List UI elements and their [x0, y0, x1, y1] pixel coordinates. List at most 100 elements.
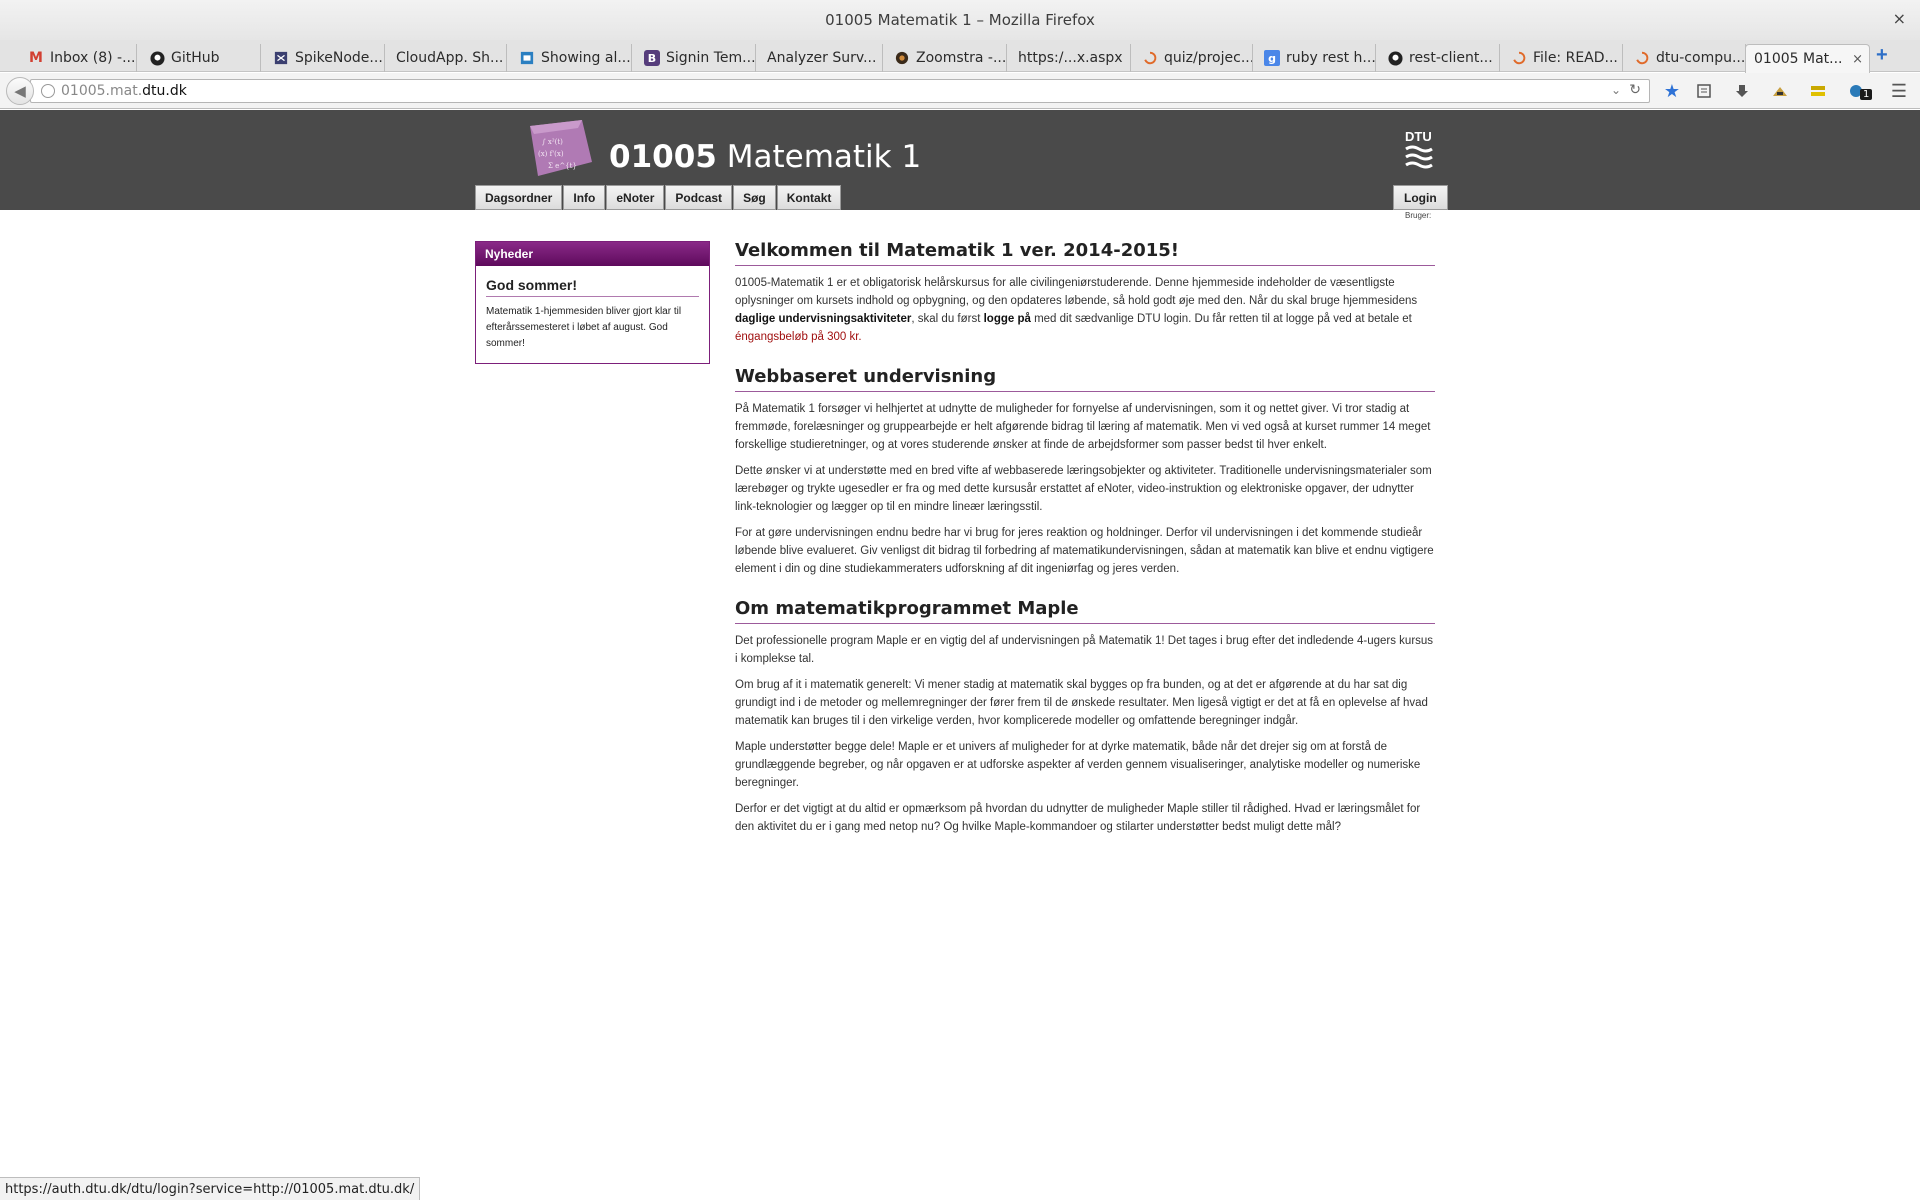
- web-teaching-heading: Webbaseret undervisning: [735, 366, 1435, 392]
- tab-label: CloudApp. Sh...: [396, 50, 504, 66]
- status-bar-url: https://auth.dtu.dk/dtu/login?service=ht…: [0, 1177, 421, 1200]
- tab-label: Inbox (8) -...: [50, 50, 136, 66]
- welcome-heading: Velkommen til Matematik 1 ver. 2014-2015…: [735, 240, 1435, 266]
- tab-label: https:/...x.aspx: [1018, 50, 1123, 66]
- tab-label: ruby rest h...: [1286, 50, 1376, 66]
- bookmark-star-icon[interactable]: ★: [1661, 80, 1683, 102]
- loading-icon: [1142, 50, 1158, 66]
- web-paragraph-3: For at gøre undervisningen endnu bedre h…: [735, 527, 1434, 575]
- tab-inbox[interactable]: M Inbox (8) -...: [20, 44, 137, 72]
- bookmarks-menu-icon[interactable]: [1693, 80, 1715, 102]
- zoomstra-icon: [894, 50, 910, 66]
- menu-podcast[interactable]: Podcast: [665, 185, 733, 210]
- tab-analyzer[interactable]: Analyzer Surv...: [759, 44, 883, 72]
- tab-label: Zoomstra -...: [916, 50, 1007, 66]
- tab-label: SpikeNode...: [295, 50, 383, 66]
- github-icon: [1387, 50, 1403, 66]
- news-text: Matematik 1-hjemmesiden bliver gjort kla…: [486, 306, 682, 349]
- notification-badge: 1: [1860, 89, 1873, 100]
- tab-cloudapp[interactable]: CloudApp. Sh...: [388, 44, 507, 72]
- dtu-logo: DTU: [1404, 127, 1434, 171]
- tab-github[interactable]: GitHub: [141, 44, 261, 72]
- tab-rest-client[interactable]: rest-client...: [1379, 44, 1500, 72]
- login-button[interactable]: Login: [1393, 185, 1448, 210]
- google-icon: g: [1264, 50, 1280, 66]
- welcome-section: Velkommen til Matematik 1 ver. 2014-2015…: [735, 240, 1435, 346]
- url-bar[interactable]: 01005.mat. dtu.dk ⌄ ↻: [30, 79, 1650, 103]
- user-label: Bruger:: [1405, 211, 1432, 220]
- welcome-text-b: , skal du først: [911, 313, 984, 325]
- menu-kontakt[interactable]: Kontakt: [776, 185, 842, 210]
- tab-label: Showing al...: [541, 50, 631, 66]
- url-subdomain: 01005.mat.: [61, 83, 143, 99]
- menu-info[interactable]: Info: [563, 185, 606, 210]
- loading-icon: [1634, 50, 1650, 66]
- url-domain: dtu.dk: [142, 83, 187, 99]
- maple-heading: Om matematikprogrammet Maple: [735, 598, 1435, 624]
- dtu-logo-text: DTU: [1405, 129, 1432, 144]
- login-text: logge på: [983, 313, 1031, 325]
- maple-paragraph-3: Maple understøtter begge dele! Maple er …: [735, 741, 1421, 789]
- news-panel: Nyheder God sommer! Matematik 1-hjemmesi…: [475, 241, 710, 364]
- tab-ruby-rest[interactable]: g ruby rest h...: [1256, 44, 1376, 72]
- tab-zoomstra[interactable]: Zoomstra -...: [886, 44, 1007, 72]
- github-icon: [149, 50, 165, 66]
- tab-signin[interactable]: B Signin Tem...: [636, 44, 756, 72]
- window-titlebar: 01005 Matematik 1 – Mozilla Firefox ×: [0, 0, 1920, 40]
- daily-activities-text: daglige undervisningsaktiviteter: [735, 313, 912, 325]
- tab-label: quiz/projec...: [1164, 50, 1253, 66]
- dashboard-icon: [519, 50, 535, 66]
- download-icon[interactable]: [1731, 80, 1753, 102]
- tab-quiz[interactable]: quiz/projec...: [1134, 44, 1253, 72]
- navigation-bar: 01005.mat. dtu.dk ⌄ ↻ ◀: [0, 73, 1920, 109]
- gmail-icon: M: [29, 50, 43, 66]
- tab-spikenode[interactable]: SpikeNode...: [265, 44, 385, 72]
- reload-icon[interactable]: ↻: [1629, 82, 1641, 98]
- history-dropdown-icon[interactable]: ⌄: [1611, 83, 1621, 97]
- menu-search[interactable]: Søg: [733, 185, 776, 210]
- menu-dagsordner[interactable]: Dagsordner: [475, 185, 563, 210]
- bootstrap-icon: B: [644, 50, 660, 66]
- maple-paragraph-2: Om brug af it i matematik generelt: Vi m…: [735, 679, 1428, 727]
- main-content: Velkommen til Matematik 1 ver. 2014-2015…: [735, 240, 1435, 856]
- site-title: 01005 Matematik 1: [609, 139, 921, 175]
- welcome-text-a: 01005-Matematik 1 er et obligatorisk hel…: [735, 277, 1418, 307]
- course-logo: ∫ x²(t) (x) f'(x) Σ e^{t}: [526, 118, 596, 178]
- tab-label: Signin Tem...: [666, 50, 756, 66]
- tab-label: 01005 Mat...: [1754, 51, 1843, 67]
- loading-icon: [1511, 50, 1527, 66]
- tab-dtu-compu[interactable]: dtu-compu...: [1626, 44, 1746, 72]
- keys-icon[interactable]: [1807, 80, 1829, 102]
- news-title: God sommer!: [486, 277, 699, 297]
- globe-icon: [41, 84, 55, 98]
- course-code: 01005: [609, 139, 717, 175]
- tab-close-icon[interactable]: ×: [1852, 52, 1863, 67]
- tab-label: File: READ...: [1533, 50, 1618, 66]
- window-close-icon[interactable]: ×: [1893, 9, 1906, 28]
- back-arrow-icon: ◀: [14, 83, 26, 100]
- tab-showing[interactable]: Showing al...: [511, 44, 632, 72]
- extension-icon[interactable]: [1769, 80, 1791, 102]
- hamburger-menu-icon[interactable]: ☰: [1888, 80, 1910, 102]
- tab-aspx[interactable]: https:/...x.aspx: [1010, 44, 1131, 72]
- tab-strip: M Inbox (8) -... GitHub SpikeNode... Clo…: [0, 40, 1920, 73]
- maple-section: Om matematikprogrammet Maple Det profess…: [735, 598, 1435, 836]
- web-teaching-section: Webbaseret undervisning På Matematik 1 f…: [735, 366, 1435, 578]
- back-button[interactable]: ◀: [6, 77, 34, 105]
- tab-label: GitHub: [171, 50, 220, 66]
- tab-label: dtu-compu...: [1656, 50, 1746, 66]
- tab-matematik-active[interactable]: 01005 Mat... ×: [1745, 44, 1870, 73]
- window-title: 01005 Matematik 1 – Mozilla Firefox: [825, 11, 1095, 29]
- fee-link[interactable]: éngangsbeløb på 300 kr.: [735, 331, 862, 343]
- welcome-text-c: med dit sædvanlige DTU login. Du får ret…: [1030, 313, 1412, 325]
- menu-enoter[interactable]: eNoter: [606, 185, 665, 210]
- tab-file-readme[interactable]: File: READ...: [1503, 44, 1623, 72]
- site-menu: Dagsordner Info eNoter Podcast Søg Konta…: [475, 185, 842, 210]
- web-paragraph-2: Dette ønsker vi at understøtte med en br…: [735, 465, 1432, 513]
- tab-label: Analyzer Surv...: [767, 50, 877, 66]
- news-header: Nyheder: [476, 242, 709, 266]
- new-tab-button[interactable]: +: [1876, 44, 1888, 67]
- site-header: [0, 110, 1920, 210]
- course-name: Matematik 1: [726, 139, 922, 175]
- maple-paragraph-1: Det professionelle program Maple er en v…: [735, 635, 1434, 665]
